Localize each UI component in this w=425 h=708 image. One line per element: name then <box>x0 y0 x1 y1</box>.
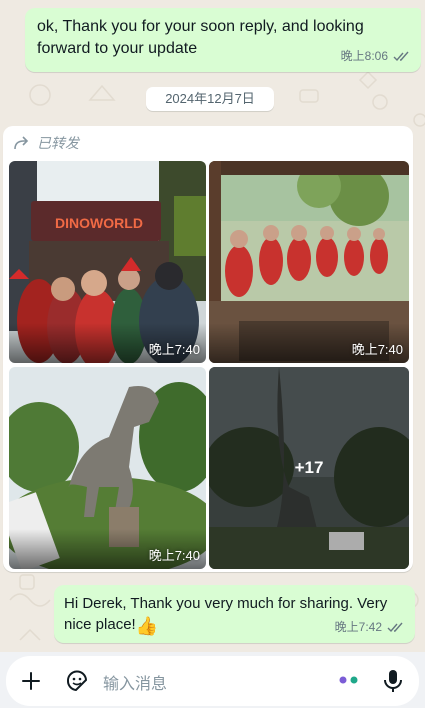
outgoing-message[interactable]: ok, Thank you for your soon reply, and l… <box>25 8 421 72</box>
message-meta: 晚上7:42 <box>335 616 405 638</box>
dinoworld-sign-text: DINOWORLD <box>55 215 143 231</box>
more-photos-overlay[interactable]: +17 <box>209 367 409 569</box>
message-composer: 输入消息 <box>0 652 425 708</box>
forwarded-indicator: 已转发 <box>13 133 79 153</box>
message-meta: 晚上8:06 <box>341 45 411 67</box>
forwarded-media-message[interactable]: 已转发 DINOWORLD 晚上7:40 晚上7:40 晚上7:40 +17 <box>3 126 413 572</box>
double-check-icon <box>393 51 409 61</box>
forwarded-label: 已转发 <box>37 135 79 151</box>
media-photo-dinoworld-entrance[interactable]: DINOWORLD 晚上7:40 <box>9 161 206 363</box>
thumbs-up-emoji: 👍 <box>135 616 159 636</box>
composer-box: 输入消息 <box>6 656 419 706</box>
photo-time: 晚上7:40 <box>148 342 200 357</box>
media-photo-trex-statue[interactable]: 晚上7:40 <box>9 367 206 569</box>
photo-time: 晚上7:40 <box>351 342 403 357</box>
microphone-icon[interactable] <box>378 666 408 696</box>
sticker-icon[interactable] <box>62 666 92 696</box>
media-photo-more[interactable]: +17 <box>209 367 409 569</box>
double-check-icon <box>387 622 403 632</box>
photo-time: 晚上7:40 <box>148 548 200 563</box>
message-time: 晚上8:06 <box>340 49 388 63</box>
dinoworld-sign: DINOWORLD <box>55 215 143 231</box>
media-photo-children-group[interactable]: 晚上7:40 <box>209 161 409 363</box>
date-separator: 2024年12月7日 <box>146 87 274 111</box>
message-input[interactable]: 输入消息 <box>103 670 167 694</box>
plus-icon[interactable] <box>14 664 48 698</box>
outgoing-message[interactable]: Hi Derek, Thank you very much for sharin… <box>54 585 415 643</box>
message-time: 晚上7:42 <box>334 620 382 634</box>
forward-arrow-icon <box>14 136 29 150</box>
meta-ai-icon[interactable] <box>334 670 364 690</box>
chat-area: ok, Thank you for your soon reply, and l… <box>0 0 425 652</box>
